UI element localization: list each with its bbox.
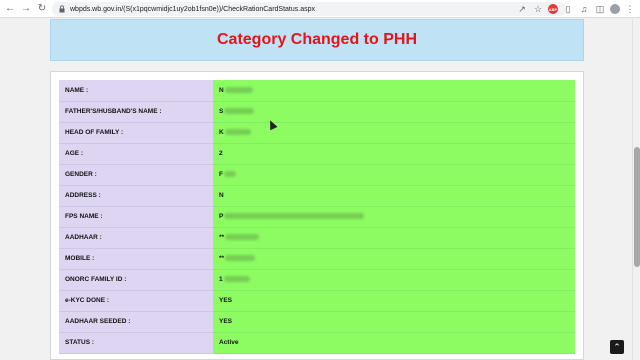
puzzle-icon[interactable]: ▯ <box>562 2 574 16</box>
row-label: e-KYC DONE : <box>59 290 213 312</box>
row-value-text: P <box>219 213 224 220</box>
table-row: ONORC FAMILY ID : 1 <box>59 269 575 291</box>
row-value-text: N <box>219 192 224 199</box>
table-row: HEAD OF FAMILY : K <box>59 122 575 144</box>
media-icon[interactable]: ♫ <box>578 2 590 16</box>
row-label: ADDRESS : <box>59 185 213 207</box>
row-value: F <box>213 164 575 186</box>
row-value: 1 <box>213 269 575 291</box>
redacted-value <box>224 129 251 136</box>
browser-toolbar: ← → ↻ wbpds.wb.gov.in/(S(x1pqcwmidjc1uy2… <box>0 0 640 18</box>
scrollbar[interactable] <box>632 19 640 360</box>
row-value-text: 2 <box>219 150 223 157</box>
ration-card-details: NAME : N FATHER'S/HUSBAND'S NAME : S HEAD OF… <box>50 71 584 360</box>
browser-actions: ↗ ☆ ABP ▯ ♫ ◫ ⋮ <box>516 2 636 16</box>
row-value-text: YES <box>219 297 233 304</box>
redacted-value <box>225 255 256 262</box>
row-label: FPS NAME : <box>59 206 213 228</box>
lock-icon <box>59 5 65 13</box>
star-icon[interactable]: ☆ <box>532 2 544 16</box>
row-value: N <box>213 185 575 207</box>
page-viewport: Category Changed to PHH NAME : N FATHER'S/… <box>0 19 632 360</box>
table-row: e-KYC DONE : YES <box>59 290 575 312</box>
row-value: Active <box>213 332 575 354</box>
title-banner: Category Changed to PHH <box>50 19 584 61</box>
table-row: AADHAAR : ** <box>59 227 575 249</box>
profile-icon[interactable] <box>610 4 620 14</box>
redacted-value <box>223 171 236 178</box>
row-value: 2 <box>213 143 575 165</box>
row-value: ** <box>213 248 575 270</box>
table-row: AADHAAR SEEDED : YES <box>59 311 575 333</box>
scroll-thumb[interactable] <box>634 147 640 267</box>
details-table: NAME : N FATHER'S/HUSBAND'S NAME : S HEAD OF… <box>59 80 575 354</box>
row-value-text: N <box>219 86 224 94</box>
row-label: HEAD OF FAMILY : <box>59 122 213 144</box>
row-value: YES <box>213 290 575 312</box>
row-value: N <box>213 80 575 102</box>
row-value: ** <box>213 227 575 249</box>
row-value: P <box>213 206 575 228</box>
table-row: FPS NAME : P <box>59 206 575 228</box>
table-row: MOBILE : ** <box>59 248 575 270</box>
table-row: NAME : N <box>59 80 575 102</box>
table-row: FATHER'S/HUSBAND'S NAME : S <box>59 101 575 123</box>
sidepanel-icon[interactable]: ◫ <box>594 2 606 16</box>
row-value: YES <box>213 311 575 333</box>
url-text: wbpds.wb.gov.in/(S(x1pqcwmidjc1uy2ob1fsn… <box>70 5 315 13</box>
row-value: S <box>213 101 575 123</box>
redacted-value <box>224 108 255 115</box>
row-label: FATHER'S/HUSBAND'S NAME : <box>59 101 213 123</box>
scroll-to-top-button[interactable]: ⌃ <box>610 340 624 354</box>
table-row: ADDRESS : N <box>59 185 575 207</box>
extension-badge-icon[interactable]: ABP <box>548 4 558 14</box>
share-icon[interactable]: ↗ <box>516 2 528 16</box>
reload-icon[interactable]: ↻ <box>36 2 48 16</box>
row-label: STATUS : <box>59 332 213 354</box>
redacted-value <box>224 87 253 94</box>
redacted-value <box>225 234 260 241</box>
page-title: Category Changed to PHH <box>216 31 417 48</box>
row-value-text: Active <box>219 339 239 346</box>
row-label: AADHAAR : <box>59 227 213 249</box>
row-label: GENDER : <box>59 164 213 186</box>
row-label: NAME : <box>59 80 213 102</box>
address-bar[interactable]: wbpds.wb.gov.in/(S(x1pqcwmidjc1uy2ob1fsn… <box>52 2 566 16</box>
table-row: GENDER : F <box>59 164 575 186</box>
back-icon[interactable]: ← <box>4 2 16 16</box>
redacted-value <box>224 213 365 220</box>
row-value-text: S <box>219 108 224 115</box>
redacted-value <box>223 276 250 283</box>
table-row: AGE : 2 <box>59 143 575 165</box>
row-value-text: K <box>219 129 224 136</box>
table-row: STATUS : Active <box>59 332 575 354</box>
row-label: AADHAAR SEEDED : <box>59 311 213 333</box>
row-label: ONORC FAMILY ID : <box>59 269 213 291</box>
row-value-text: ** <box>219 255 225 262</box>
forward-icon[interactable]: → <box>20 2 32 16</box>
menu-icon[interactable]: ⋮ <box>624 2 636 16</box>
row-value-text: ** <box>219 234 225 241</box>
row-label: MOBILE : <box>59 248 213 270</box>
row-value-text: 1 <box>219 276 223 283</box>
row-label: AGE : <box>59 143 213 165</box>
row-value-text: F <box>219 171 223 178</box>
row-value-text: YES <box>219 318 233 325</box>
